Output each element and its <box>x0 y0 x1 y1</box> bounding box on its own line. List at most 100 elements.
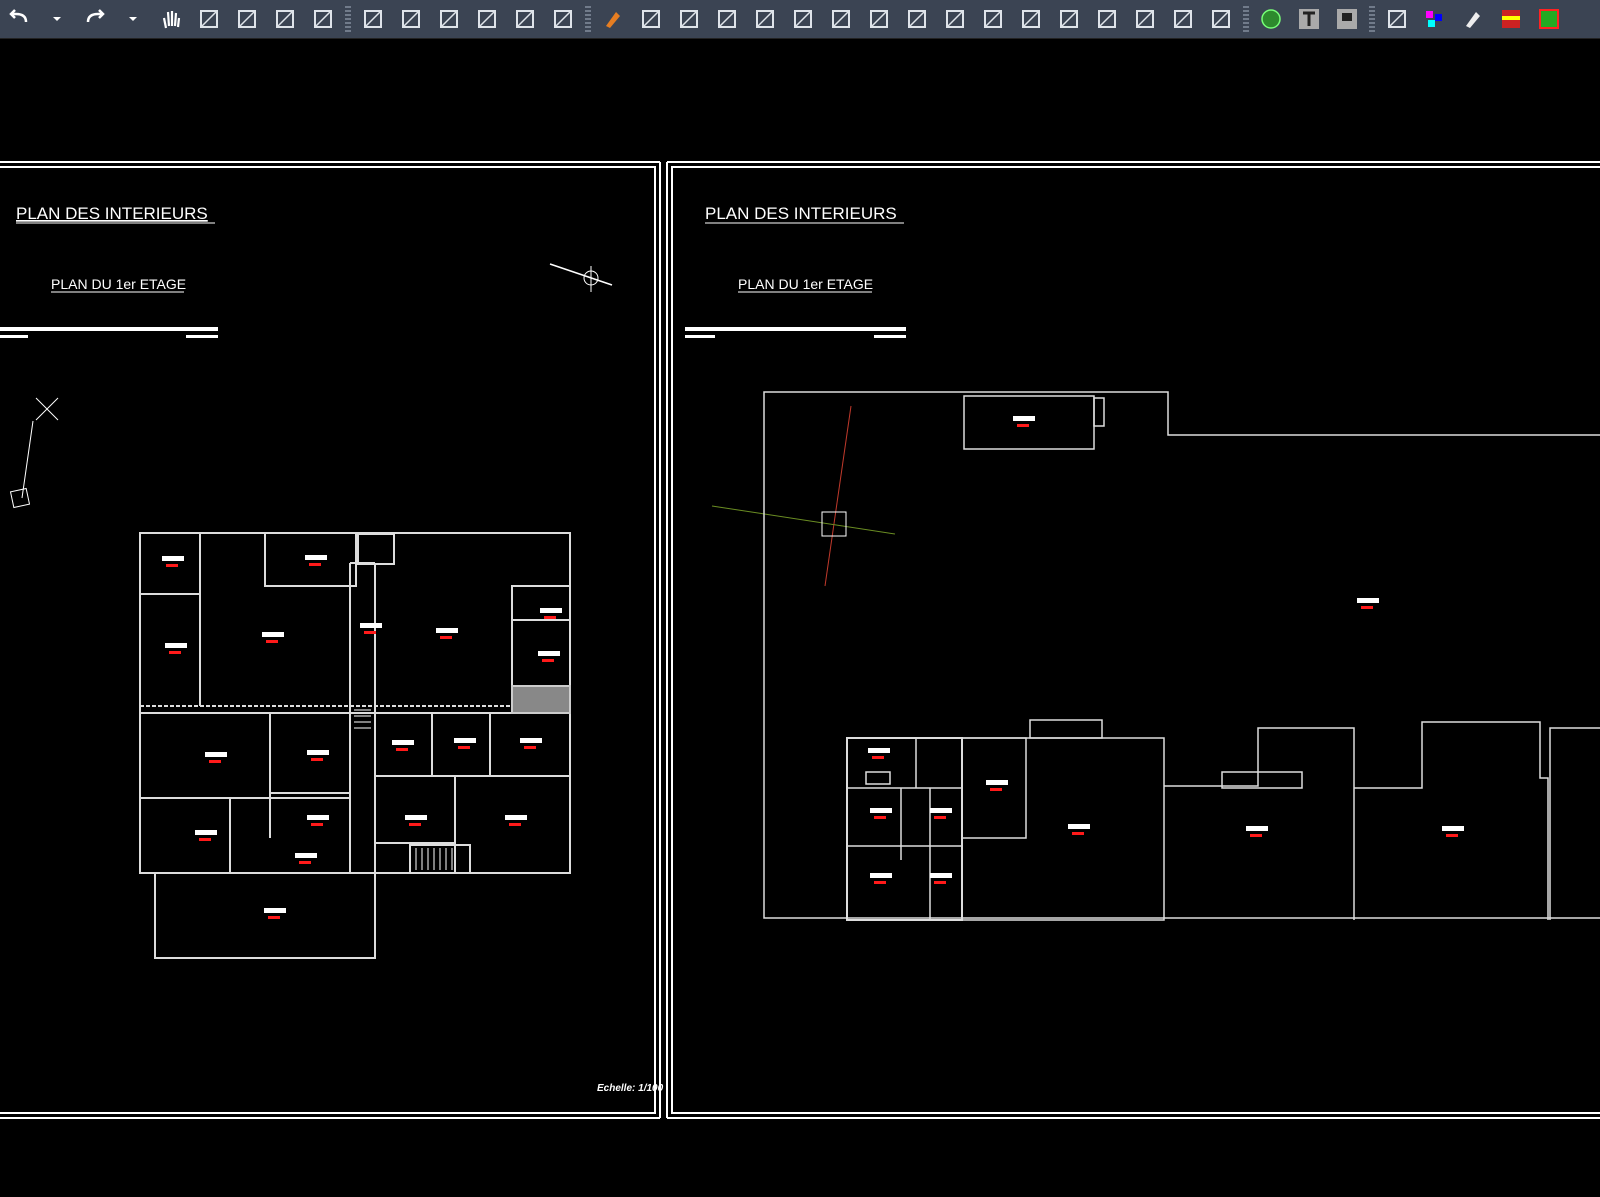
north-arrow-icon <box>549 263 613 292</box>
room-label-bar <box>870 873 892 878</box>
offset-icon[interactable] <box>712 4 742 34</box>
room-label-tag <box>299 861 311 864</box>
zoom-extents-icon[interactable] <box>270 4 300 34</box>
text-icon[interactable] <box>1294 4 1324 34</box>
room-label-tag <box>440 636 452 639</box>
toolbar-separator <box>1243 6 1249 32</box>
room-label-bar <box>505 815 527 820</box>
room-label-tag <box>311 758 323 761</box>
room-label-tag <box>458 746 470 749</box>
left-plan-subtitle: PLAN DU 1er ETAGE <box>51 276 186 292</box>
solid-3d-icon[interactable] <box>1206 4 1236 34</box>
stretch-icon[interactable] <box>864 4 894 34</box>
room-label-bar <box>307 750 329 755</box>
left-scale-note: Echelle: 1/100 <box>597 1083 664 1094</box>
room-label-bar <box>436 628 458 633</box>
room-label-tag <box>268 916 280 919</box>
right-plan-room-labels <box>868 416 1464 884</box>
trim-icon[interactable] <box>902 4 932 34</box>
left-floor-plan[interactable] <box>139 532 571 959</box>
room-label-bar <box>295 853 317 858</box>
room-label-tag <box>874 881 886 884</box>
redo-icon[interactable] <box>80 4 110 34</box>
break-icon[interactable] <box>978 4 1008 34</box>
room-label-tag <box>396 748 408 751</box>
properties-icon[interactable] <box>358 4 388 34</box>
room-label-bar <box>165 643 187 648</box>
move-icon[interactable] <box>750 4 780 34</box>
right-scale-bar <box>685 327 906 338</box>
color-palette-icon[interactable] <box>1420 4 1450 34</box>
room-label-tag <box>409 823 421 826</box>
room-label-tag <box>309 563 321 566</box>
drawing-svg[interactable]: PLAN DES INTERIEURS PLAN DU 1er ETAGE Ec… <box>0 38 1600 1197</box>
pen-icon[interactable] <box>1458 4 1488 34</box>
left-viewport-frame[interactable] <box>0 161 661 1119</box>
room-label-tag <box>509 823 521 826</box>
layer-off-icon[interactable] <box>1382 4 1412 34</box>
markup-icon[interactable] <box>510 4 540 34</box>
room-label-tag <box>1361 606 1373 609</box>
join-icon[interactable] <box>1054 4 1084 34</box>
extend-icon[interactable] <box>940 4 970 34</box>
sheet-set-icon[interactable] <box>472 4 502 34</box>
right-site-plan[interactable] <box>763 391 1600 921</box>
room-label-bar <box>930 808 952 813</box>
room-label-tag <box>166 564 178 567</box>
layer-props-icon[interactable] <box>1496 4 1526 34</box>
room-label-bar <box>538 651 560 656</box>
quickcalc-icon[interactable] <box>548 4 578 34</box>
drawing-canvas[interactable]: PLAN DES INTERIEURS PLAN DU 1er ETAGE Ec… <box>0 38 1600 1197</box>
room-label-bar <box>986 780 1008 785</box>
chamfer-icon[interactable] <box>1092 4 1122 34</box>
left-plan-room-labels <box>162 555 562 919</box>
design-center-icon[interactable] <box>396 4 426 34</box>
room-label-tag <box>364 631 376 634</box>
room-label-tag <box>169 651 181 654</box>
room-label-bar <box>264 908 286 913</box>
spline-icon[interactable] <box>1168 4 1198 34</box>
room-label-bar <box>540 608 562 613</box>
room-label-bar <box>307 815 329 820</box>
right-plan-subtitle: PLAN DU 1er ETAGE <box>738 276 873 292</box>
erase-icon[interactable] <box>598 4 628 34</box>
room-label-bar <box>262 632 284 637</box>
room-label-tag <box>990 788 1002 791</box>
room-label-bar <box>454 738 476 743</box>
room-label-tag <box>934 816 946 819</box>
room-label-tag <box>266 640 278 643</box>
room-label-tag <box>524 746 536 749</box>
undo-dropdown-icon[interactable] <box>42 4 72 34</box>
left-plan-title: PLAN DES INTERIEURS <box>16 204 208 223</box>
room-label-tag <box>199 838 211 841</box>
room-label-bar <box>405 815 427 820</box>
left-scale-bar <box>0 327 218 338</box>
right-plan-title: PLAN DES INTERIEURS <box>705 204 897 223</box>
room-label-bar <box>360 623 382 628</box>
copy-icon[interactable] <box>636 4 666 34</box>
room-label-tag <box>1072 832 1084 835</box>
mirror-icon[interactable] <box>674 4 704 34</box>
room-label-bar <box>305 555 327 560</box>
layout-icon[interactable] <box>1534 4 1564 34</box>
zoom-previous-icon[interactable] <box>308 4 338 34</box>
scale-icon[interactable] <box>826 4 856 34</box>
pan-hand-icon[interactable] <box>156 4 186 34</box>
room-label-tag <box>872 756 884 759</box>
undo-icon[interactable] <box>4 4 34 34</box>
redo-dropdown-icon[interactable] <box>118 4 148 34</box>
fillet-icon[interactable] <box>1130 4 1160 34</box>
block-icon[interactable] <box>1332 4 1362 34</box>
right-viewport-frame[interactable] <box>666 161 1600 1119</box>
room-label-bar <box>1442 826 1464 831</box>
zoom-window-icon[interactable] <box>232 4 262 34</box>
rotate-icon[interactable] <box>788 4 818 34</box>
room-label-bar <box>930 873 952 878</box>
room-label-bar <box>1068 824 1090 829</box>
hatch-icon[interactable] <box>1256 4 1286 34</box>
room-label-tag <box>934 881 946 884</box>
zoom-realtime-icon[interactable] <box>194 4 224 34</box>
tool-palettes-icon[interactable] <box>434 4 464 34</box>
break-at-point-icon[interactable] <box>1016 4 1046 34</box>
room-label-tag <box>874 816 886 819</box>
